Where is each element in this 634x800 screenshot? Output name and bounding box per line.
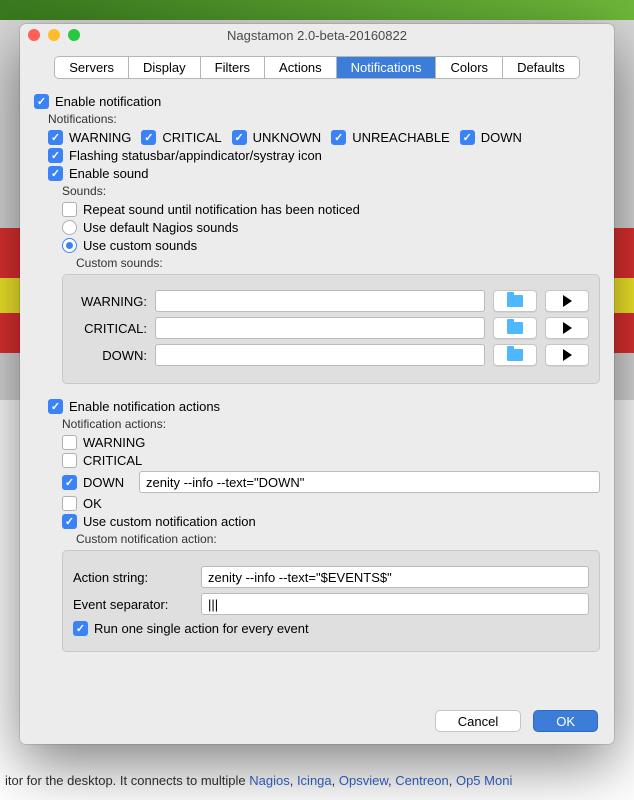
critical-browse-button[interactable] bbox=[493, 317, 537, 339]
warning-play-button[interactable] bbox=[545, 290, 589, 312]
unknown-checkbox[interactable] bbox=[232, 130, 247, 145]
custom-action-subheader: Custom notification action: bbox=[76, 532, 600, 546]
critical-checkbox[interactable] bbox=[141, 130, 156, 145]
custom-sounds-radio[interactable] bbox=[62, 238, 77, 253]
event-separator-field[interactable] bbox=[201, 593, 589, 615]
action-string-field[interactable] bbox=[201, 566, 589, 588]
use-custom-action-checkbox[interactable] bbox=[62, 514, 77, 529]
repeat-sound-checkbox[interactable] bbox=[62, 202, 77, 217]
down-browse-button[interactable] bbox=[493, 344, 537, 366]
warning-sound-field[interactable] bbox=[155, 290, 485, 312]
unreachable-checkbox[interactable] bbox=[331, 130, 346, 145]
tab-notifications[interactable]: Notifications bbox=[337, 57, 437, 78]
critical-play-button[interactable] bbox=[545, 317, 589, 339]
folder-icon bbox=[507, 295, 523, 307]
tab-display[interactable]: Display bbox=[129, 57, 201, 78]
action-down-field[interactable] bbox=[139, 471, 600, 493]
tab-defaults[interactable]: Defaults bbox=[503, 57, 579, 78]
custom-action-panel: Action string: Event separator: Run one … bbox=[62, 550, 600, 652]
down-play-button[interactable] bbox=[545, 344, 589, 366]
background-article-text: itor for the desktop. It connects to mul… bbox=[0, 773, 634, 788]
notifications-subheader: Notifications: bbox=[48, 112, 600, 126]
custom-sounds-panel: WARNING: CRITICAL: DOWN: bbox=[62, 274, 600, 384]
tab-colors[interactable]: Colors bbox=[436, 57, 503, 78]
enable-notification-label: Enable notification bbox=[55, 94, 161, 109]
actions-subheader: Notification actions: bbox=[62, 417, 600, 431]
run-single-checkbox[interactable] bbox=[73, 621, 88, 636]
flashing-checkbox[interactable] bbox=[48, 148, 63, 163]
warning-browse-button[interactable] bbox=[493, 290, 537, 312]
play-icon bbox=[563, 349, 572, 361]
play-icon bbox=[563, 322, 572, 334]
critical-sound-field[interactable] bbox=[155, 317, 485, 339]
tab-bar: Servers Display Filters Actions Notifica… bbox=[54, 56, 580, 79]
down-checkbox[interactable] bbox=[460, 130, 475, 145]
folder-icon bbox=[507, 349, 523, 361]
custom-sounds-subheader: Custom sounds: bbox=[76, 256, 600, 270]
tab-servers[interactable]: Servers bbox=[55, 57, 129, 78]
down-sound-field[interactable] bbox=[155, 344, 485, 366]
action-down-checkbox[interactable] bbox=[62, 475, 77, 490]
tab-filters[interactable]: Filters bbox=[201, 57, 265, 78]
default-sounds-radio[interactable] bbox=[62, 220, 77, 235]
warning-checkbox[interactable] bbox=[48, 130, 63, 145]
window-title: Nagstamon 2.0-beta-20160822 bbox=[20, 28, 614, 43]
tab-actions[interactable]: Actions bbox=[265, 57, 337, 78]
folder-icon bbox=[507, 322, 523, 334]
action-warning-checkbox[interactable] bbox=[62, 435, 77, 450]
cancel-button[interactable]: Cancel bbox=[435, 710, 521, 732]
sounds-subheader: Sounds: bbox=[62, 184, 600, 198]
enable-notification-checkbox[interactable] bbox=[34, 94, 49, 109]
action-critical-checkbox[interactable] bbox=[62, 453, 77, 468]
action-ok-checkbox[interactable] bbox=[62, 496, 77, 511]
enable-sound-checkbox[interactable] bbox=[48, 166, 63, 181]
settings-window: Nagstamon 2.0-beta-20160822 Servers Disp… bbox=[20, 24, 614, 744]
enable-actions-checkbox[interactable] bbox=[48, 399, 63, 414]
ok-button[interactable]: OK bbox=[533, 710, 598, 732]
play-icon bbox=[563, 295, 572, 307]
